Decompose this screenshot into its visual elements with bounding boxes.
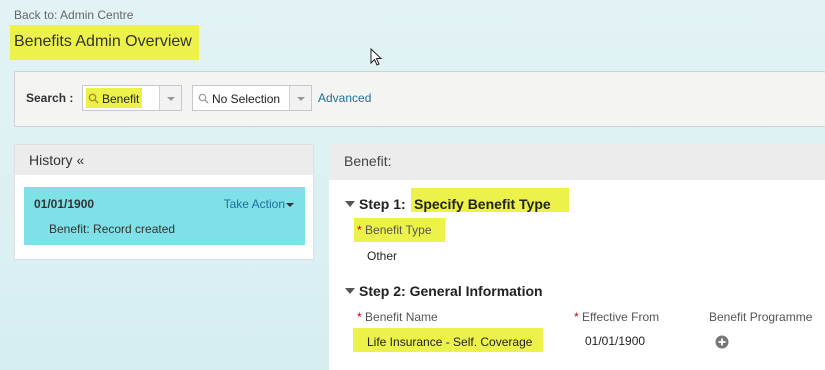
history-title[interactable]: History « [29, 152, 84, 168]
secondary-search-input[interactable]: No Selection [212, 92, 280, 106]
benefit-detail-title: Benefit: [344, 153, 392, 169]
benefit-name-value: Life Insurance - Self. Coverage [367, 335, 533, 349]
advanced-search-link[interactable]: Advanced [318, 91, 371, 105]
history-header: History « [15, 145, 313, 175]
step1-title: Specify Benefit Type [414, 196, 551, 212]
benefit-type-value: Other [367, 249, 398, 263]
benefit-search-dropdown-button[interactable] [159, 86, 181, 110]
secondary-search-dropdown-button[interactable] [289, 86, 311, 110]
history-item[interactable]: 01/01/1900 Take Action Benefit: Record c… [24, 187, 305, 245]
secondary-search-combo[interactable]: No Selection [192, 85, 312, 111]
chevron-down-icon [297, 97, 305, 101]
search-icon [198, 93, 209, 104]
effective-from-label-text: Effective From [582, 310, 660, 324]
take-action-menu[interactable]: Take Action [224, 197, 285, 211]
benefit-detail-panel: Benefit: Step 1: Specify Benefit Type * … [329, 144, 825, 370]
page-title: Benefits Admin Overview [14, 33, 192, 50]
benefit-name-label: * Benefit Name [357, 310, 438, 324]
add-programme-icon[interactable] [715, 335, 729, 349]
required-marker: * [357, 310, 362, 324]
caret-down-icon[interactable] [345, 201, 355, 207]
chevron-down-icon[interactable] [286, 203, 294, 207]
history-panel: History « 01/01/1900 Take Action Benefit… [14, 144, 314, 260]
benefit-search-combo[interactable]: Benefit [82, 85, 182, 111]
mouse-cursor-icon [370, 48, 383, 66]
effective-from-label: * Effective From [574, 310, 659, 324]
required-marker: * [574, 310, 579, 324]
benefit-type-label-text: Benefit Type [365, 223, 432, 237]
search-bar: Search : Benefit No Selection Advanced [14, 71, 825, 127]
effective-from-value: 01/01/1900 [585, 334, 646, 348]
search-label: Search : [26, 91, 74, 105]
benefit-name-label-text: Benefit Name [365, 310, 438, 324]
benefit-programme-label: Benefit Programme [709, 310, 813, 324]
history-item-description: Benefit: Record created [49, 222, 176, 236]
benefit-type-label: * Benefit Type [357, 223, 432, 237]
search-icon [88, 93, 99, 104]
step2-title: Step 2: General Information [359, 283, 543, 299]
history-item-date: 01/01/1900 [34, 197, 95, 211]
benefit-search-input[interactable]: Benefit [102, 92, 139, 106]
chevron-down-icon [167, 97, 175, 101]
back-link[interactable]: Back to: Admin Centre [14, 8, 133, 22]
step1-prefix: Step 1: [359, 196, 406, 212]
required-marker: * [357, 223, 362, 237]
caret-down-icon[interactable] [345, 288, 355, 294]
benefit-detail-header: Benefit: [329, 144, 825, 180]
